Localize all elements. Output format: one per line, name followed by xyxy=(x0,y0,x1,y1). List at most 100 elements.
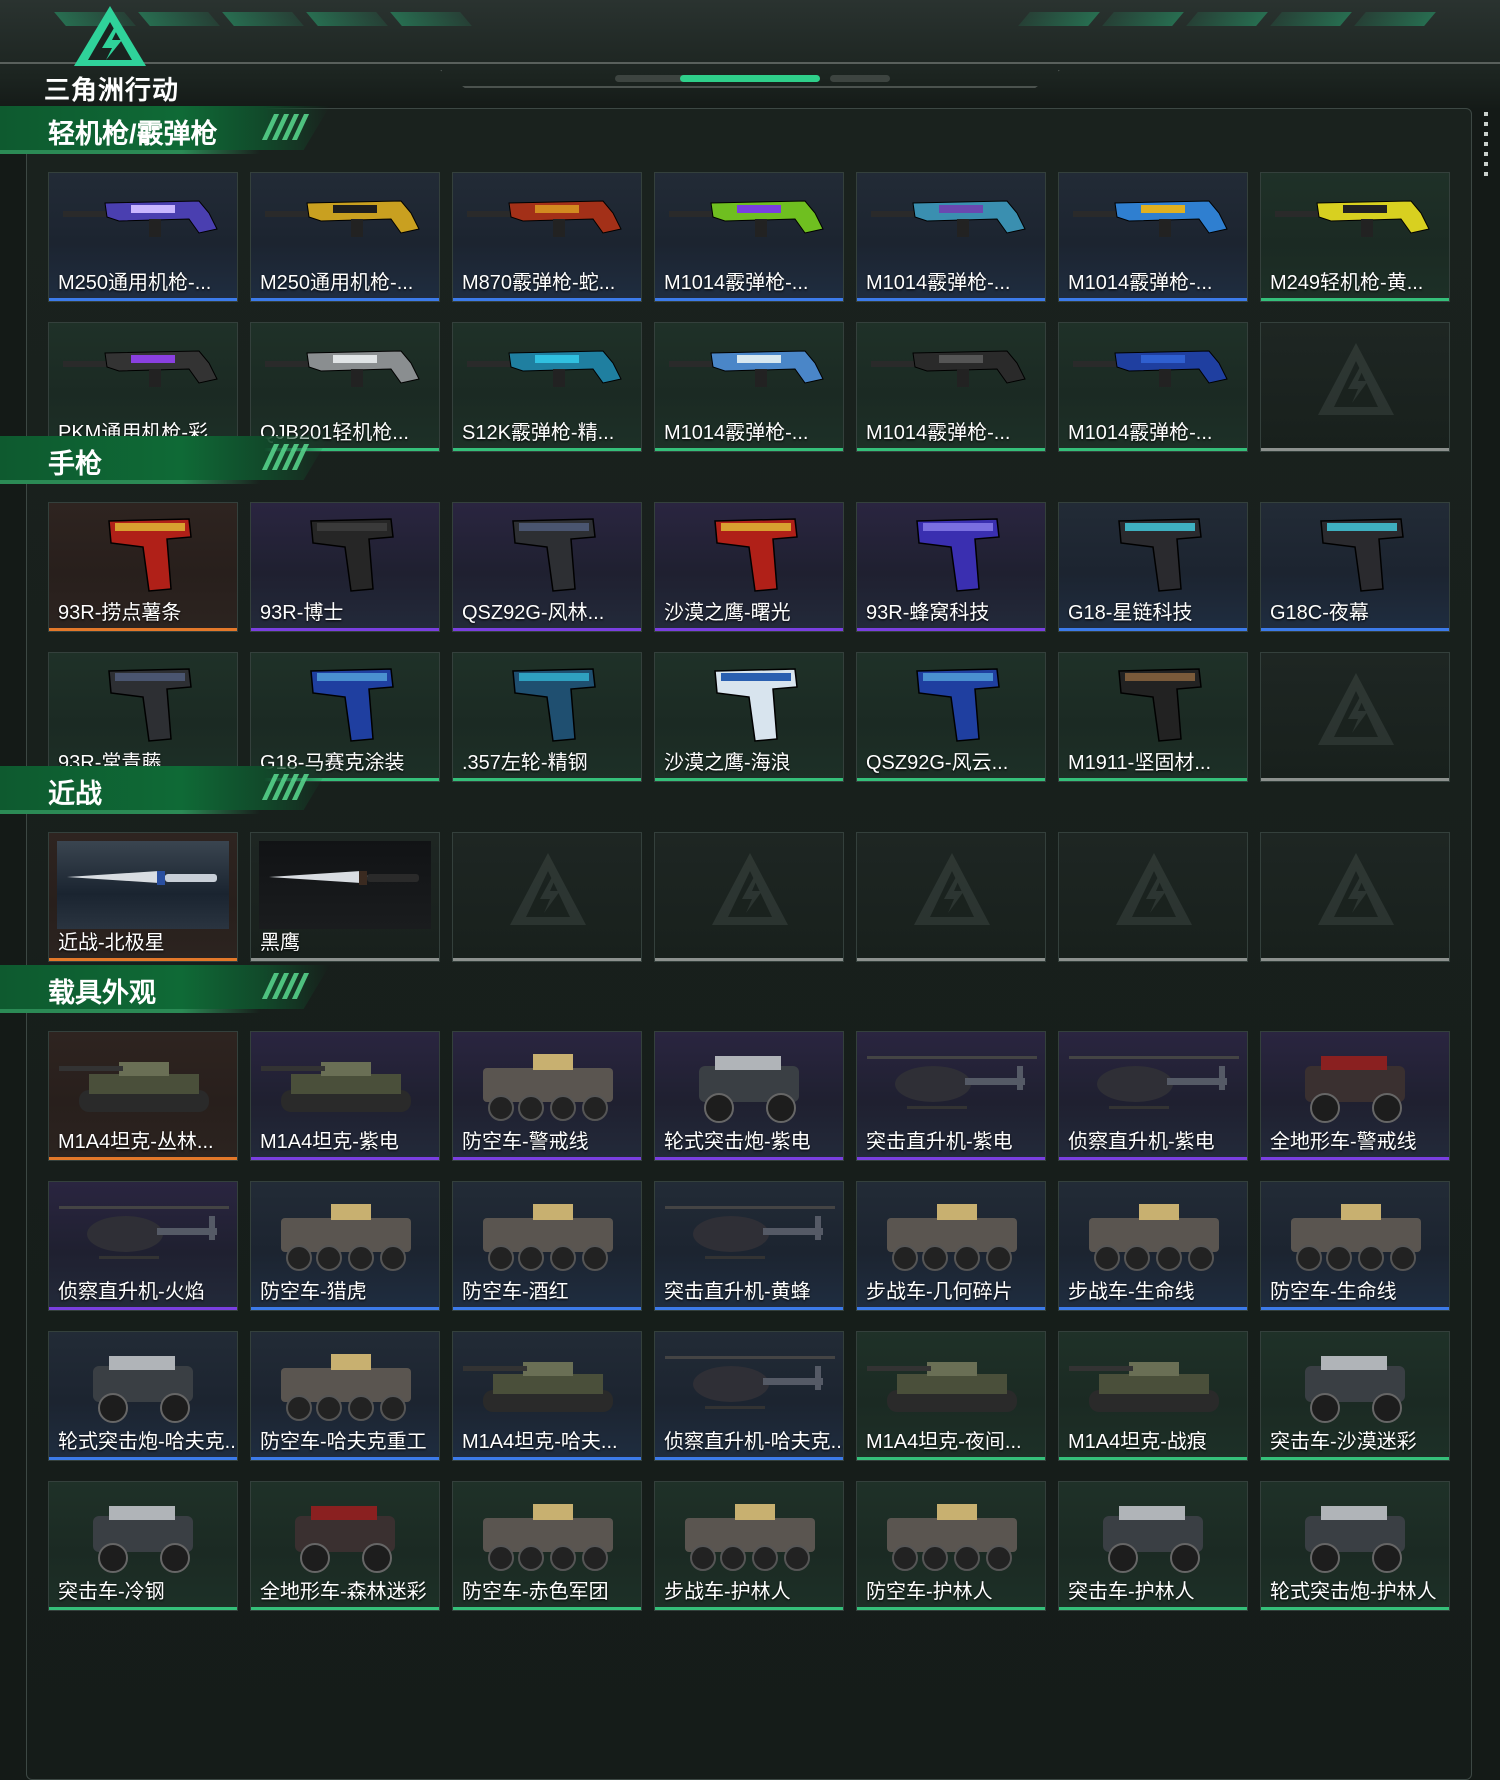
apc-icon xyxy=(483,1054,613,1121)
item-card[interactable]: G18C-夜幕 xyxy=(1260,502,1450,632)
apc-icon xyxy=(887,1504,1017,1571)
item-card[interactable]: M870霰弹枪-蛇... xyxy=(452,172,642,302)
shotgun-cyan-icon xyxy=(871,200,1026,237)
item-name: 防空车-护林人 xyxy=(866,1581,993,1603)
item-card[interactable]: 轮式突击炮-哈夫克... xyxy=(48,1331,238,1461)
item-card[interactable]: 全地形车-警戒线 xyxy=(1260,1031,1450,1161)
item-card[interactable]: 突击车-沙漠迷彩 xyxy=(1260,1331,1450,1461)
pistol-ice-icon xyxy=(714,668,798,742)
section-title-label: 手枪 xyxy=(48,449,102,479)
item-card[interactable]: QSZ92G-风云... xyxy=(856,652,1046,782)
item-card[interactable]: 突击直升机-黄蜂 xyxy=(654,1181,844,1311)
shotgun-red-icon xyxy=(467,200,622,237)
apc-icon xyxy=(887,1204,1017,1271)
item-name: 全地形车-警戒线 xyxy=(1270,1131,1417,1153)
item-name: .357左轮-精钢 xyxy=(462,752,588,774)
item-card[interactable]: 轮式突击炮-紫电 xyxy=(654,1031,844,1161)
section-title-3: 载具外观 xyxy=(0,965,330,1019)
item-name: S12K霰弹枪-精... xyxy=(462,422,615,444)
item-card[interactable]: 轮式突击炮-护林人 xyxy=(1260,1481,1450,1611)
item-card[interactable]: M250通用机枪-... xyxy=(250,172,440,302)
item-name: QSZ92G-风云... xyxy=(866,752,1009,774)
jeep-icon xyxy=(1305,1356,1405,1423)
item-card[interactable]: M1014霰弹枪-... xyxy=(654,172,844,302)
pistol-teal-icon xyxy=(1118,518,1202,592)
item-card[interactable]: 侦察直升机-紫电 xyxy=(1058,1031,1248,1161)
item-card[interactable]: 防空车-酒红 xyxy=(452,1181,642,1311)
item-card[interactable]: M1014霰弹枪-... xyxy=(1058,322,1248,452)
item-name: M1014霰弹枪-... xyxy=(866,422,1011,444)
item-name: 步战车-护林人 xyxy=(664,1581,791,1603)
item-card[interactable]: 突击车-冷钢 xyxy=(48,1481,238,1611)
section-title-2: 近战 xyxy=(0,766,330,820)
item-card[interactable]: PKM通用机枪-彩... xyxy=(48,322,238,452)
item-card[interactable]: M249轻机枪-黄... xyxy=(1260,172,1450,302)
item-card[interactable]: 93R-蜂窝科技 xyxy=(856,502,1046,632)
item-card[interactable]: 近战-北极星 xyxy=(48,832,238,962)
rifle-cyan-icon xyxy=(467,350,622,387)
item-card[interactable]: M1A4坦克-丛林... xyxy=(48,1031,238,1161)
item-card[interactable]: 防空车-护林人 xyxy=(856,1481,1046,1611)
item-grid-3: M1A4坦克-丛林... M1A4坦克-紫电 防空车-警戒线 轮式突击炮-紫电 xyxy=(48,1031,1450,1611)
item-card[interactable]: 93R-捞点薯条 xyxy=(48,502,238,632)
item-card[interactable]: M1A4坦克-夜间... xyxy=(856,1331,1046,1461)
section-title-label: 近战 xyxy=(48,779,102,809)
item-card[interactable]: 全地形车-森林迷彩 xyxy=(250,1481,440,1611)
item-card[interactable]: M1A4坦克-紫电 xyxy=(250,1031,440,1161)
item-card[interactable]: 突击直升机-紫电 xyxy=(856,1031,1046,1161)
item-name: M249轻机枪-黄... xyxy=(1270,272,1424,294)
item-card[interactable]: 沙漠之鹰-海浪 xyxy=(654,652,844,782)
item-card[interactable]: M1014霰弹枪-... xyxy=(654,322,844,452)
pistol-red-icon xyxy=(714,518,798,592)
item-card[interactable]: M1014霰弹枪-... xyxy=(1058,172,1248,302)
item-card[interactable]: QSZ92G-风林... xyxy=(452,502,642,632)
apc-icon xyxy=(1089,1204,1219,1271)
item-grid-2: 近战-北极星 黑鹰 xyxy=(48,832,1450,962)
atv-icon xyxy=(1305,1056,1405,1123)
pistol-red-icon xyxy=(108,518,192,592)
item-card[interactable]: 93R-博士 xyxy=(250,502,440,632)
header-rail xyxy=(0,62,1500,64)
item-card[interactable]: G18-星链科技 xyxy=(1058,502,1248,632)
item-card[interactable]: S12K霰弹枪-精... xyxy=(452,322,642,452)
empty-slot xyxy=(452,832,642,962)
item-card[interactable]: M1911-坚固材... xyxy=(1058,652,1248,782)
item-card[interactable]: 侦察直升机-火焰 xyxy=(48,1181,238,1311)
item-card[interactable]: M1A4坦克-哈夫... xyxy=(452,1331,642,1461)
item-card[interactable]: 防空车-哈夫克重工 xyxy=(250,1331,440,1461)
item-card[interactable]: .357左轮-精钢 xyxy=(452,652,642,782)
item-card[interactable]: M1A4坦克-战痕 xyxy=(1058,1331,1248,1461)
item-card[interactable]: 防空车-警戒线 xyxy=(452,1031,642,1161)
item-card[interactable]: 防空车-赤色军团 xyxy=(452,1481,642,1611)
pistol-blue-icon xyxy=(916,668,1000,742)
jeep-icon xyxy=(93,1356,193,1423)
scrollbar-dots[interactable] xyxy=(1484,112,1488,182)
item-card[interactable]: 突击车-护林人 xyxy=(1058,1481,1248,1611)
item-card[interactable]: 黑鹰 xyxy=(250,832,440,962)
item-card[interactable]: QJB201轻机枪... xyxy=(250,322,440,452)
item-card[interactable]: M1014霰弹枪-... xyxy=(856,172,1046,302)
item-card[interactable]: 防空车-猎虎 xyxy=(250,1181,440,1311)
empty-slot xyxy=(1260,832,1450,962)
item-card[interactable]: G18-马赛克涂装 xyxy=(250,652,440,782)
item-card[interactable]: 防空车-生命线 xyxy=(1260,1181,1450,1311)
item-name: 防空车-猎虎 xyxy=(260,1281,367,1303)
item-name: QSZ92G-风林... xyxy=(462,602,605,624)
item-card[interactable]: M1014霰弹枪-... xyxy=(856,322,1046,452)
item-card[interactable]: 步战车-生命线 xyxy=(1058,1181,1248,1311)
item-name: M1911-坚固材... xyxy=(1068,752,1211,774)
item-card[interactable]: 侦察直升机-哈夫克... xyxy=(654,1331,844,1461)
item-card[interactable]: 步战车-几何碎片 xyxy=(856,1181,1046,1311)
item-card[interactable]: 沙漠之鹰-曙光 xyxy=(654,502,844,632)
item-card[interactable]: M250通用机枪-... xyxy=(48,172,238,302)
section-title-1: 手枪 xyxy=(0,436,330,490)
item-card[interactable]: 步战车-护林人 xyxy=(654,1481,844,1611)
empty-slot-logo-icon xyxy=(1318,673,1394,745)
item-name: 防空车-哈夫克重工 xyxy=(260,1431,427,1453)
item-name: M1014霰弹枪-... xyxy=(664,422,809,444)
item-name: M1A4坦克-哈夫... xyxy=(462,1431,618,1453)
apc-icon xyxy=(685,1504,815,1571)
item-name: 突击车-沙漠迷彩 xyxy=(1270,1431,1417,1453)
item-card[interactable]: 93R-常青藤 xyxy=(48,652,238,782)
item-name: 全地形车-森林迷彩 xyxy=(260,1581,427,1603)
